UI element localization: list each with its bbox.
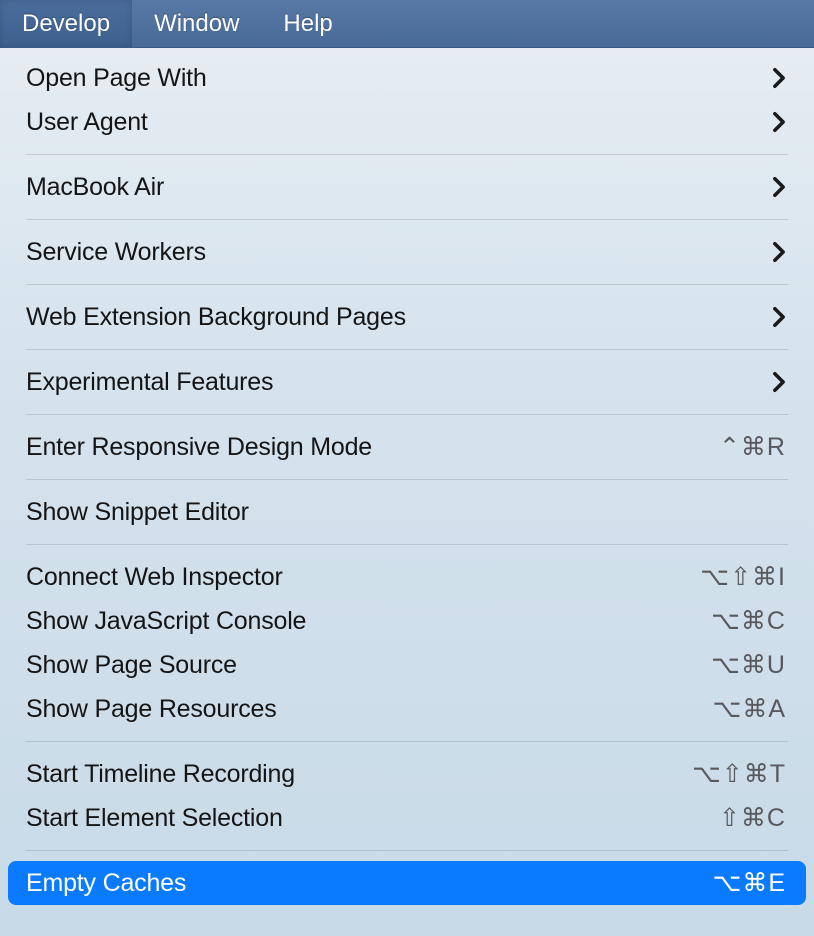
menubar-label: Develop xyxy=(22,10,110,38)
menu-item-show-page-source[interactable]: Show Page Source ⌥⌘U xyxy=(4,643,810,687)
chevron-right-icon xyxy=(772,111,786,133)
menu-item-shortcut: ⌥⇧⌘T xyxy=(692,759,786,789)
menubar-item-develop[interactable]: Develop xyxy=(0,0,132,47)
menu-separator xyxy=(26,154,788,155)
menu-item-shortcut: ⌥⌘U xyxy=(711,650,786,680)
menubar-item-help[interactable]: Help xyxy=(261,0,354,47)
menu-item-experimental-features[interactable]: Experimental Features xyxy=(4,360,810,404)
menu-item-start-element-selection[interactable]: Start Element Selection ⇧⌘C xyxy=(4,796,810,840)
menu-item-show-snippet-editor[interactable]: Show Snippet Editor xyxy=(4,490,810,534)
menu-item-label: Service Workers xyxy=(26,238,206,267)
menu-separator xyxy=(26,284,788,285)
menu-item-web-extension-background-pages[interactable]: Web Extension Background Pages xyxy=(4,295,810,339)
menu-item-label: Show Page Source xyxy=(26,651,237,680)
menu-item-user-agent[interactable]: User Agent xyxy=(4,100,810,144)
menu-item-label: Start Timeline Recording xyxy=(26,760,295,789)
chevron-right-icon xyxy=(772,241,786,263)
menu-item-connect-web-inspector[interactable]: Connect Web Inspector ⌥⇧⌘I xyxy=(4,555,810,599)
menu-item-service-workers[interactable]: Service Workers xyxy=(4,230,810,274)
menu-item-label: Connect Web Inspector xyxy=(26,563,283,592)
menu-item-label: Empty Caches xyxy=(26,869,186,898)
menu-separator xyxy=(26,479,788,480)
menubar-label: Window xyxy=(154,10,239,38)
menu-item-shortcut: ⌥⇧⌘I xyxy=(700,562,786,592)
menu-item-label: Show Snippet Editor xyxy=(26,498,249,527)
chevron-right-icon xyxy=(772,371,786,393)
menu-item-open-page-with[interactable]: Open Page With xyxy=(4,56,810,100)
menu-item-label: User Agent xyxy=(26,108,148,137)
menu-item-label: Show JavaScript Console xyxy=(26,607,306,636)
menu-separator xyxy=(26,414,788,415)
develop-dropdown: Open Page With User Agent MacBook Air Servi… xyxy=(4,48,810,905)
menu-separator xyxy=(26,544,788,545)
menu-item-label: MacBook Air xyxy=(26,173,164,202)
menu-item-label: Show Page Resources xyxy=(26,695,277,724)
menu-item-empty-caches[interactable]: Empty Caches ⌥⌘E xyxy=(8,861,806,905)
menu-item-label: Enter Responsive Design Mode xyxy=(26,433,372,462)
menu-item-enter-responsive-design-mode[interactable]: Enter Responsive Design Mode ⌃⌘R xyxy=(4,425,810,469)
menu-item-start-timeline-recording[interactable]: Start Timeline Recording ⌥⇧⌘T xyxy=(4,752,810,796)
menu-item-macbook-air[interactable]: MacBook Air xyxy=(4,165,810,209)
menu-separator xyxy=(26,219,788,220)
menubar-label: Help xyxy=(283,10,332,38)
menu-item-label: Start Element Selection xyxy=(26,804,283,833)
menubar-item-window[interactable]: Window xyxy=(132,0,261,47)
menu-item-show-page-resources[interactable]: Show Page Resources ⌥⌘A xyxy=(4,687,810,731)
menu-item-show-javascript-console[interactable]: Show JavaScript Console ⌥⌘C xyxy=(4,599,810,643)
menu-item-shortcut: ⌥⌘E xyxy=(713,868,786,898)
menu-item-label: Open Page With xyxy=(26,64,207,93)
menu-separator xyxy=(26,741,788,742)
chevron-right-icon xyxy=(772,306,786,328)
menu-separator xyxy=(26,349,788,350)
menu-item-shortcut: ⌥⌘C xyxy=(711,606,786,636)
menubar: Develop Window Help xyxy=(0,0,814,48)
menu-separator xyxy=(26,850,788,851)
menu-item-label: Web Extension Background Pages xyxy=(26,303,406,332)
chevron-right-icon xyxy=(772,176,786,198)
menu-item-shortcut: ⌥⌘A xyxy=(713,694,786,724)
menu-item-shortcut: ⌃⌘R xyxy=(719,432,786,462)
menu-item-label: Experimental Features xyxy=(26,368,273,397)
menu-item-shortcut: ⇧⌘C xyxy=(719,803,786,833)
chevron-right-icon xyxy=(772,67,786,89)
